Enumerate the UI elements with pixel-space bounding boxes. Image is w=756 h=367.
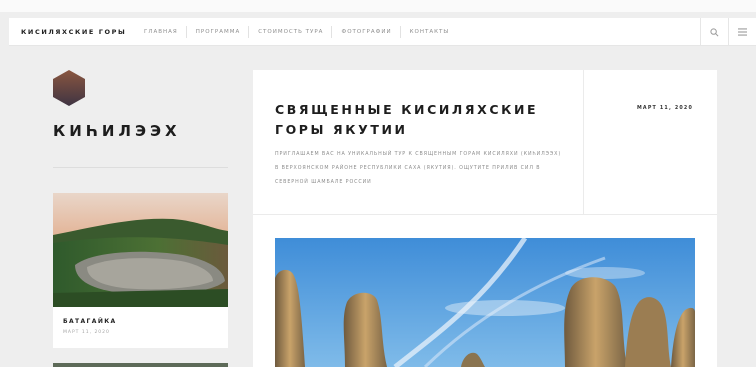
nav-item-photos[interactable]: ФОТОГРАФИИ bbox=[331, 26, 399, 38]
nav-item-contacts[interactable]: КОНТАКТЫ bbox=[399, 26, 458, 38]
article-date-column: МАРТ 11, 2020 bbox=[583, 70, 717, 215]
search-icon bbox=[710, 27, 719, 36]
sidebar-divider bbox=[53, 167, 228, 168]
article-header: СВЯЩЕННЫЕ КИСИЛЯХСКИЕ ГОРЫ ЯКУТИИ ПРИГЛА… bbox=[253, 70, 717, 215]
top-navbar: КИСИЛЯХСКИЕ ГОРЫ ГЛАВНАЯ ПРОГРАММА СТОИМ… bbox=[9, 18, 756, 46]
brand-link[interactable]: КИСИЛЯХСКИЕ ГОРЫ bbox=[21, 28, 126, 36]
post-thumbnail-2[interactable] bbox=[53, 363, 228, 367]
post-thumbnail[interactable] bbox=[53, 193, 228, 307]
nav-item-price[interactable]: СТОИМОСТЬ ТУРА bbox=[248, 26, 331, 38]
article-description: ПРИГЛАШАЕМ ВАС НА УНИКАЛЬНЫЙ ТУР К СВЯЩЕ… bbox=[275, 152, 562, 185]
post-card-date: МАРТ 11, 2020 bbox=[63, 330, 110, 335]
nav-item-program[interactable]: ПРОГРАММА bbox=[185, 26, 248, 38]
post-card-title[interactable]: БАТАГАЙКА bbox=[63, 318, 117, 325]
article-date: МАРТ 11, 2020 bbox=[636, 106, 693, 111]
nav-tools bbox=[700, 18, 756, 46]
browser-top-strip bbox=[0, 0, 756, 12]
sidebar-post-card[interactable]: БАТАГАЙКА МАРТ 11, 2020 bbox=[53, 193, 228, 348]
site-title[interactable]: КИҺИЛЭЭХ bbox=[53, 122, 181, 140]
main-nav: ГЛАВНАЯ ПРОГРАММА СТОИМОСТЬ ТУРА ФОТОГРА… bbox=[135, 26, 457, 38]
article-card: СВЯЩЕННЫЕ КИСИЛЯХСКИЕ ГОРЫ ЯКУТИИ ПРИГЛА… bbox=[253, 70, 717, 367]
search-button[interactable] bbox=[700, 18, 728, 46]
sidebar-post-card-2[interactable] bbox=[53, 363, 228, 367]
menu-button[interactable] bbox=[728, 18, 756, 46]
rock-pillars-photo bbox=[275, 238, 695, 367]
nav-item-home[interactable]: ГЛАВНАЯ bbox=[135, 26, 186, 38]
hexagon-logo-icon[interactable] bbox=[53, 70, 85, 106]
article-image[interactable] bbox=[275, 238, 695, 367]
article-title[interactable]: СВЯЩЕННЫЕ КИСИЛЯХСКИЕ ГОРЫ ЯКУТИИ bbox=[275, 100, 565, 140]
menu-icon bbox=[738, 28, 747, 36]
